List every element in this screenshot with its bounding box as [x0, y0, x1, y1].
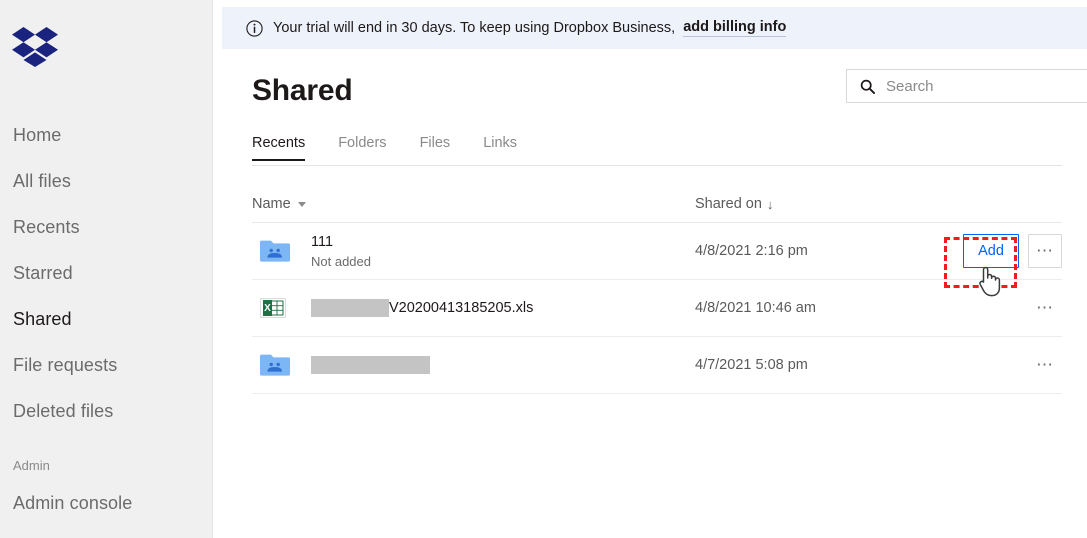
row-title: 111 [311, 234, 371, 250]
row-actions: ⋯ [1019, 291, 1062, 325]
row-title: V20200413185205.xls [311, 299, 533, 317]
table-header-row: Name Shared on ↓ [252, 186, 1062, 223]
ellipsis-glyph: ⋯ [1036, 355, 1054, 374]
tab-links[interactable]: Links [483, 135, 517, 160]
sidebar-section-admin: Admin [0, 450, 213, 480]
sidebar-item-home[interactable]: Home [0, 112, 213, 158]
table-row[interactable]: 111 Not added 4/8/2021 2:16 pm Add ⋯ [252, 223, 1062, 280]
shared-folder-icon [260, 239, 294, 264]
search-placeholder: Search [886, 77, 934, 95]
sidebar-item-label: Starred [13, 262, 73, 283]
sidebar-item-label: Recents [13, 216, 80, 237]
ellipsis-glyph: ⋯ [1036, 241, 1054, 260]
row-shared-on: 4/8/2021 10:46 am [695, 300, 816, 316]
add-billing-info-link[interactable]: add billing info [683, 19, 787, 37]
search-icon [860, 79, 875, 94]
table-row[interactable]: 4/7/2021 5:08 pm ⋯ [252, 337, 1062, 394]
svg-text:X: X [264, 303, 271, 314]
sidebar: Home All files Recents Starred Shared Fi… [0, 0, 213, 538]
page-title: Shared [252, 74, 353, 107]
sidebar-item-starred[interactable]: Starred [0, 250, 213, 296]
tab-folders[interactable]: Folders [338, 135, 386, 160]
sidebar-nav: Home All files Recents Starred Shared Fi… [0, 112, 213, 526]
row-shared-on: 4/7/2021 5:08 pm [695, 357, 808, 373]
tab-label: Folders [338, 135, 387, 151]
row-name-cell [311, 356, 430, 374]
row-shared-on: 4/8/2021 2:16 pm [695, 243, 808, 259]
tab-recents[interactable]: Recents [252, 135, 306, 161]
dropbox-logo-icon [12, 27, 58, 67]
sidebar-item-shared[interactable]: Shared [0, 296, 213, 342]
table-row[interactable]: X V20200413185205.xls 4/8/2021 10:46 am … [252, 280, 1062, 337]
trial-banner: Your trial will end in 30 days. To keep … [222, 7, 1087, 49]
sidebar-item-recents[interactable]: Recents [0, 204, 213, 250]
sidebar-item-label: Home [13, 124, 62, 145]
sidebar-item-deleted-files[interactable]: Deleted files [0, 388, 213, 434]
tab-files[interactable]: Files [420, 135, 451, 160]
tab-label: Files [419, 135, 451, 151]
sidebar-item-admin-console[interactable]: Admin console [0, 480, 213, 526]
redaction-block [311, 299, 389, 317]
sidebar-item-all-files[interactable]: All files [0, 158, 213, 204]
sidebar-section-label: Admin [13, 457, 50, 473]
redaction-block [311, 356, 430, 374]
row-actions: Add ⋯ [963, 234, 1062, 268]
add-button[interactable]: Add [963, 234, 1019, 268]
ellipsis-icon[interactable]: ⋯ [1028, 234, 1062, 268]
tab-label: Links [483, 135, 518, 151]
sidebar-item-label: Shared [13, 308, 72, 329]
sidebar-item-label: Deleted files [13, 400, 114, 421]
column-header-name-label: Name [252, 196, 291, 212]
caret-down-icon [297, 201, 306, 207]
sidebar-item-label: All files [13, 170, 71, 191]
ellipsis-glyph: ⋯ [1036, 298, 1054, 317]
ellipsis-icon[interactable]: ⋯ [1028, 348, 1062, 382]
arrow-down-icon: ↓ [766, 196, 774, 212]
trial-banner-text: Your trial will end in 30 days. To keep … [273, 20, 676, 36]
search-input[interactable]: Search [846, 69, 1087, 103]
row-name-cell: 111 Not added [311, 234, 371, 269]
shared-items-table: Name Shared on ↓ 111 Not added 4/8/2021 … [252, 186, 1062, 394]
sidebar-item-label: File requests [13, 354, 118, 375]
excel-file-icon: X [260, 294, 294, 322]
column-header-shared-on-label: Shared on [695, 196, 762, 212]
info-circle-icon [246, 19, 263, 37]
sidebar-item-file-requests[interactable]: File requests [0, 342, 213, 388]
dropbox-logo[interactable] [12, 26, 60, 68]
row-actions: ⋯ [1019, 348, 1062, 382]
dropbox-shared-page: Home All files Recents Starred Shared Fi… [0, 0, 1087, 538]
row-title-text: 111 [311, 233, 334, 250]
excel-file-glyph: X [260, 298, 286, 318]
shared-folder-glyph [260, 354, 290, 376]
shared-folder-glyph [260, 240, 290, 262]
row-name-cell: V20200413185205.xls [311, 299, 533, 317]
row-title [311, 356, 430, 374]
sidebar-item-label: Admin console [13, 492, 133, 513]
column-header-name[interactable]: Name [252, 196, 306, 212]
tab-bar: Recents Folders Files Links [252, 135, 1062, 166]
ellipsis-icon[interactable]: ⋯ [1028, 291, 1062, 325]
row-title-text: V20200413185205.xls [389, 300, 534, 316]
main-content: Your trial will end in 30 days. To keep … [213, 0, 1087, 538]
row-subtitle: Not added [311, 253, 371, 269]
tab-label: Recents [252, 135, 306, 151]
shared-folder-icon [260, 353, 294, 378]
column-header-shared-on[interactable]: Shared on ↓ [695, 196, 773, 212]
